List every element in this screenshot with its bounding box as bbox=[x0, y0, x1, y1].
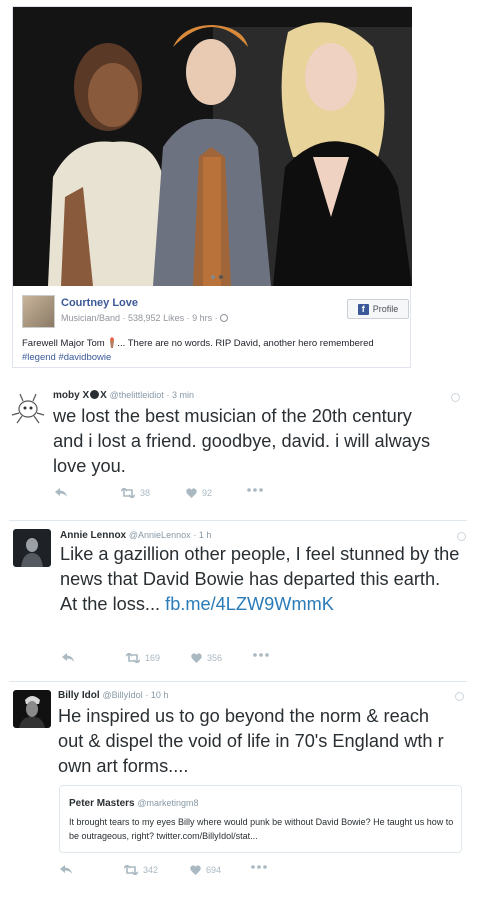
author-name: moby X bbox=[53, 390, 90, 401]
hashtag-davidbowie[interactable]: #davidbowie bbox=[58, 352, 111, 363]
heart-icon bbox=[186, 488, 197, 498]
avatar[interactable] bbox=[13, 529, 51, 567]
quoted-text: It brought tears to my eyes Billy where … bbox=[69, 817, 454, 841]
post-text-body: ... There are no words. RIP David, anoth… bbox=[117, 338, 374, 349]
globe-icon bbox=[220, 314, 229, 322]
post-text: Farewell Major Tom ... There are no word… bbox=[22, 337, 402, 365]
more-dots-icon bbox=[247, 488, 263, 492]
more-button[interactable] bbox=[247, 488, 263, 492]
retweet-icon bbox=[121, 488, 135, 498]
author-name: Annie Lennox bbox=[60, 530, 127, 541]
retweet-count: 38 bbox=[140, 488, 151, 498]
tweet-time[interactable]: · 1 h bbox=[193, 530, 211, 540]
tweet-text-continued: At the loss... bbox=[60, 594, 166, 614]
profile-button-label: Profile bbox=[372, 304, 399, 314]
retweet-button[interactable]: 342 bbox=[124, 865, 158, 875]
page-meta: Musician/Band · 538,952 Likes · 9 hrs · bbox=[61, 313, 229, 323]
tweet-text-line: Like a gazillion other people, I feel st… bbox=[60, 544, 460, 589]
like-count: 356 bbox=[207, 653, 223, 663]
facebook-icon: f bbox=[357, 303, 369, 315]
tweet-actions: 169 356 bbox=[62, 653, 302, 667]
tweet-author[interactable]: Billy Idol @BillyIdol · 10 h bbox=[58, 690, 168, 701]
author-handle: @BillyIdol bbox=[102, 690, 143, 700]
tweet-divider bbox=[9, 520, 467, 521]
retweet-count: 169 bbox=[145, 653, 161, 663]
retweet-icon bbox=[124, 865, 138, 875]
reply-button[interactable] bbox=[62, 653, 75, 663]
heart-icon bbox=[191, 653, 202, 663]
avatar[interactable] bbox=[13, 690, 51, 728]
author-name: Billy Idol bbox=[58, 690, 100, 701]
like-count: 694 bbox=[206, 865, 222, 875]
torch-emoji-icon bbox=[110, 337, 115, 348]
tweet-text: He inspired us to go beyond the norm & r… bbox=[58, 706, 444, 776]
heart-icon bbox=[190, 865, 201, 875]
tweet-author[interactable]: moby X X @thelittleidiot · 3 min bbox=[53, 390, 194, 401]
more-dots-icon bbox=[251, 865, 267, 869]
tweet-actions: 38 92 bbox=[55, 488, 295, 502]
reply-icon bbox=[55, 488, 67, 497]
author-handle: @AnnieLennox bbox=[128, 530, 191, 540]
profile-button[interactable]: f Profile bbox=[347, 299, 409, 319]
post-text-intro: Farewell Major Tom bbox=[22, 338, 108, 349]
like-button[interactable]: 694 bbox=[190, 865, 221, 875]
more-button[interactable] bbox=[253, 653, 269, 657]
author-name-end: X bbox=[100, 390, 107, 401]
like-button[interactable]: 92 bbox=[186, 488, 212, 498]
hashtag-legend[interactable]: #legend bbox=[22, 352, 56, 363]
tweet-time[interactable]: · 3 min bbox=[167, 390, 195, 400]
tweet-time[interactable]: · 10 h bbox=[145, 690, 168, 700]
avatar[interactable] bbox=[9, 389, 47, 427]
globe-icon bbox=[455, 692, 464, 701]
tweet-author[interactable]: Annie Lennox @AnnieLennox · 1 h bbox=[60, 530, 211, 541]
globe-icon bbox=[457, 532, 466, 541]
reply-icon bbox=[62, 653, 74, 662]
post-header: Courtney Love Musician/Band · 538,952 Li… bbox=[22, 295, 409, 331]
tweet-text: Like a gazillion other people, I feel st… bbox=[60, 542, 465, 617]
tweet-text: we lost the best musician of the 20th ce… bbox=[53, 406, 431, 476]
author-handle: @thelittleidiot bbox=[109, 390, 164, 400]
retweet-count: 342 bbox=[143, 865, 159, 875]
tweet-text-line: At the loss... fb.me/4LZW9WmmK bbox=[60, 592, 465, 617]
like-count: 92 bbox=[202, 488, 213, 498]
quoted-author: Peter Masters @marketingm8 bbox=[69, 798, 199, 809]
page-meta-text: Musician/Band · 538,952 Likes · 9 hrs · bbox=[61, 313, 218, 323]
reply-button[interactable] bbox=[60, 865, 73, 875]
page-avatar[interactable] bbox=[22, 295, 55, 328]
post-photo[interactable] bbox=[13, 7, 412, 286]
reply-button[interactable] bbox=[55, 488, 68, 498]
tweet-link[interactable]: fb.me/4LZW9WmmK bbox=[165, 594, 334, 614]
quoted-author-handle: @marketingm8 bbox=[137, 798, 199, 808]
tweet-divider bbox=[9, 681, 467, 682]
page-name[interactable]: Courtney Love bbox=[61, 297, 138, 309]
x-circle-icon bbox=[90, 390, 100, 399]
retweet-icon bbox=[126, 653, 140, 663]
more-dots-icon bbox=[253, 653, 269, 657]
facebook-post-card: Courtney Love Musician/Band · 538,952 Li… bbox=[12, 6, 412, 368]
like-button[interactable]: 356 bbox=[191, 653, 222, 663]
tweet-actions: 342 694 bbox=[60, 865, 300, 879]
retweet-button[interactable]: 169 bbox=[126, 653, 160, 663]
globe-icon bbox=[451, 393, 460, 402]
quoted-author-name: Peter Masters bbox=[69, 798, 135, 809]
more-button[interactable] bbox=[251, 865, 267, 869]
reply-icon bbox=[60, 865, 72, 874]
retweet-button[interactable]: 38 bbox=[121, 488, 150, 498]
quoted-tweet[interactable]: Peter Masters @marketingm8 It brought te… bbox=[59, 785, 462, 853]
